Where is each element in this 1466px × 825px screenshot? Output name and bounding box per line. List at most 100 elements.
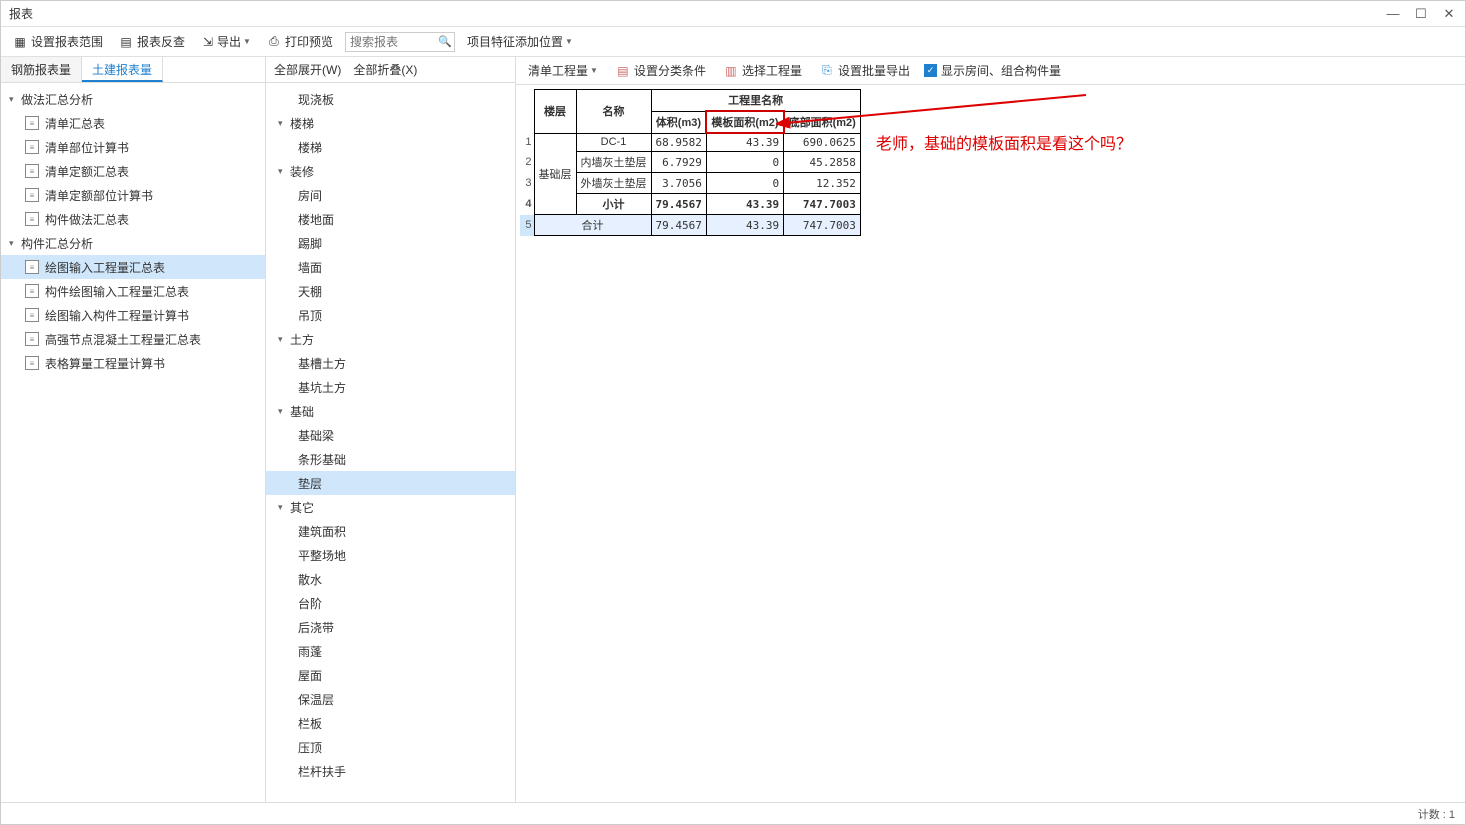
- tree-item[interactable]: ≡清单汇总表: [1, 111, 265, 135]
- chevron-down-icon: ▼: [565, 37, 573, 46]
- select-quantity-button[interactable]: ▥选择工程量: [720, 60, 806, 81]
- chevron-down-icon: ▾: [278, 334, 290, 345]
- document-icon: ≡: [25, 308, 39, 322]
- print-preview-button[interactable]: ⎙打印预览: [263, 31, 337, 52]
- tree-leaf[interactable]: 屋面: [266, 663, 515, 687]
- statusbar: 计数 : 1: [1, 802, 1465, 824]
- tree-leaf[interactable]: 天棚: [266, 279, 515, 303]
- category-node[interactable]: ▾楼梯: [266, 111, 515, 135]
- minimize-button[interactable]: —: [1385, 6, 1401, 22]
- tree-item[interactable]: ≡构件绘图输入工程量汇总表: [1, 279, 265, 303]
- window-title: 报表: [9, 5, 33, 22]
- middle-tree: 现浇板▾楼梯楼梯▾装修房间楼地面踢脚墙面天棚吊顶▾土方基槽土方基坑土方▾基础基础…: [266, 83, 515, 802]
- set-report-range-button[interactable]: ▦设置报表范围: [9, 31, 107, 52]
- tree-leaf[interactable]: 后浇带: [266, 615, 515, 639]
- document-icon: ≡: [25, 260, 39, 274]
- annotation-text: 老师，基础的模板面积是看这个吗？: [876, 130, 1132, 154]
- chevron-down-icon: ▾: [278, 166, 290, 177]
- tree-item[interactable]: ≡清单定额汇总表: [1, 159, 265, 183]
- tree-leaf[interactable]: 基础梁: [266, 423, 515, 447]
- tree-leaf[interactable]: 踢脚: [266, 231, 515, 255]
- expand-all-button[interactable]: 全部展开(W): [274, 61, 341, 78]
- tree-leaf[interactable]: 栏杆扶手: [266, 759, 515, 783]
- col-form-area: 模板面积(m2): [706, 111, 783, 133]
- batch-export-button[interactable]: ⎘设置批量导出: [816, 60, 914, 81]
- close-button[interactable]: ✕: [1441, 6, 1457, 22]
- grid-icon: ▦: [13, 35, 27, 49]
- right-toolbar: 清单工程量▼ ▤设置分类条件 ▥选择工程量 ⎘设置批量导出 ✓显示房间、组合构件…: [516, 57, 1465, 85]
- tree-leaf[interactable]: 垫层: [266, 471, 515, 495]
- middle-panel: 全部展开(W) 全部折叠(X) 现浇板▾楼梯楼梯▾装修房间楼地面踢脚墙面天棚吊顶…: [266, 57, 516, 802]
- tree-leaf[interactable]: 平整场地: [266, 543, 515, 567]
- tree-leaf[interactable]: 现浇板: [266, 87, 515, 111]
- table-icon: ▤: [119, 35, 133, 49]
- tree-leaf[interactable]: 压顶: [266, 735, 515, 759]
- print-icon: ⎙: [267, 35, 281, 49]
- document-icon: ≡: [25, 116, 39, 130]
- search-box: 🔍: [345, 32, 455, 52]
- list-quantity-button[interactable]: 清单工程量▼: [524, 60, 602, 81]
- collapse-all-button[interactable]: 全部折叠(X): [353, 61, 417, 78]
- titlebar: 报表 — ☐ ✕: [1, 1, 1465, 27]
- tree-leaf[interactable]: 房间: [266, 183, 515, 207]
- document-icon: ≡: [25, 164, 39, 178]
- tree-leaf[interactable]: 条形基础: [266, 447, 515, 471]
- main-toolbar: ▦设置报表范围 ▤报表反查 ⇲导出▼ ⎙打印预览 🔍 项目特征添加位置▼: [1, 27, 1465, 57]
- chevron-down-icon: ▼: [590, 66, 598, 75]
- tab-civil[interactable]: 土建报表量: [82, 57, 163, 82]
- category-node[interactable]: ▾其它: [266, 495, 515, 519]
- checkbox-checked-icon: ✓: [924, 64, 937, 77]
- right-content: 楼层 名称 工程里名称 体积(m3) 模板面积(m2) 底部面积(m2) 1 基…: [516, 85, 1465, 802]
- tree-leaf[interactable]: 楼地面: [266, 207, 515, 231]
- left-panel: 钢筋报表量 土建报表量 ▾做法汇总分析 ≡清单汇总表 ≡清单部位计算书 ≡清单定…: [1, 57, 266, 802]
- maximize-button[interactable]: ☐: [1413, 6, 1429, 22]
- category-node[interactable]: ▾基础: [266, 399, 515, 423]
- tree-leaf[interactable]: 基槽土方: [266, 351, 515, 375]
- tree-item[interactable]: ≡高强节点混凝土工程量汇总表: [1, 327, 265, 351]
- filter-icon: ▤: [616, 64, 630, 78]
- document-icon: ≡: [25, 140, 39, 154]
- col-volume: 体积(m3): [651, 111, 706, 133]
- tree-item[interactable]: ≡构件做法汇总表: [1, 207, 265, 231]
- col-name: 名称: [576, 90, 651, 134]
- tree-leaf[interactable]: 墙面: [266, 255, 515, 279]
- category-node[interactable]: ▾装修: [266, 159, 515, 183]
- tree-item[interactable]: ≡清单部位计算书: [1, 135, 265, 159]
- tree-leaf[interactable]: 建筑面积: [266, 519, 515, 543]
- chevron-down-icon: ▾: [278, 502, 290, 513]
- tree-item[interactable]: ≡表格算量工程量计算书: [1, 351, 265, 375]
- tree-leaf[interactable]: 栏板: [266, 711, 515, 735]
- export-icon: ⇲: [201, 35, 215, 49]
- floor-group-cell: 基础层: [534, 133, 576, 215]
- document-icon: ≡: [25, 356, 39, 370]
- tree-item[interactable]: ≡清单定额部位计算书: [1, 183, 265, 207]
- window-controls: — ☐ ✕: [1385, 6, 1457, 22]
- table-row[interactable]: 1 基础层 DC-1 68.9582 43.39 690.0625: [520, 133, 860, 152]
- search-icon[interactable]: 🔍: [438, 35, 452, 48]
- tree-leaf[interactable]: 吊顶: [266, 303, 515, 327]
- show-room-checkbox[interactable]: ✓显示房间、组合构件量: [924, 62, 1061, 79]
- tree-group-methods[interactable]: ▾做法汇总分析: [1, 87, 265, 111]
- document-icon: ≡: [25, 284, 39, 298]
- tree-leaf[interactable]: 台阶: [266, 591, 515, 615]
- document-icon: ≡: [25, 212, 39, 226]
- tree-leaf[interactable]: 基坑土方: [266, 375, 515, 399]
- tree-leaf[interactable]: 雨蓬: [266, 639, 515, 663]
- tree-group-components[interactable]: ▾构件汇总分析: [1, 231, 265, 255]
- col-qty-name: 工程里名称: [651, 90, 860, 112]
- tab-rebar[interactable]: 钢筋报表量: [1, 57, 82, 82]
- tree-item[interactable]: ≡绘图输入构件工程量计算书: [1, 303, 265, 327]
- left-tree: ▾做法汇总分析 ≡清单汇总表 ≡清单部位计算书 ≡清单定额汇总表 ≡清单定额部位…: [1, 83, 265, 802]
- chevron-down-icon: ▼: [243, 37, 251, 46]
- quantity-table: 楼层 名称 工程里名称 体积(m3) 模板面积(m2) 底部面积(m2) 1 基…: [520, 89, 861, 236]
- feature-position-button[interactable]: 项目特征添加位置▼: [463, 31, 577, 52]
- tree-leaf[interactable]: 保温层: [266, 687, 515, 711]
- export-button[interactable]: ⇲导出▼: [197, 31, 255, 52]
- tree-leaf[interactable]: 楼梯: [266, 135, 515, 159]
- tree-leaf[interactable]: 散水: [266, 567, 515, 591]
- report-recheck-button[interactable]: ▤报表反查: [115, 31, 189, 52]
- table-total-row[interactable]: 5 合计 79.4567 43.39 747.7003: [520, 215, 860, 236]
- tree-item-drawing-input-summary[interactable]: ≡绘图输入工程量汇总表: [1, 255, 265, 279]
- set-condition-button[interactable]: ▤设置分类条件: [612, 60, 710, 81]
- category-node[interactable]: ▾土方: [266, 327, 515, 351]
